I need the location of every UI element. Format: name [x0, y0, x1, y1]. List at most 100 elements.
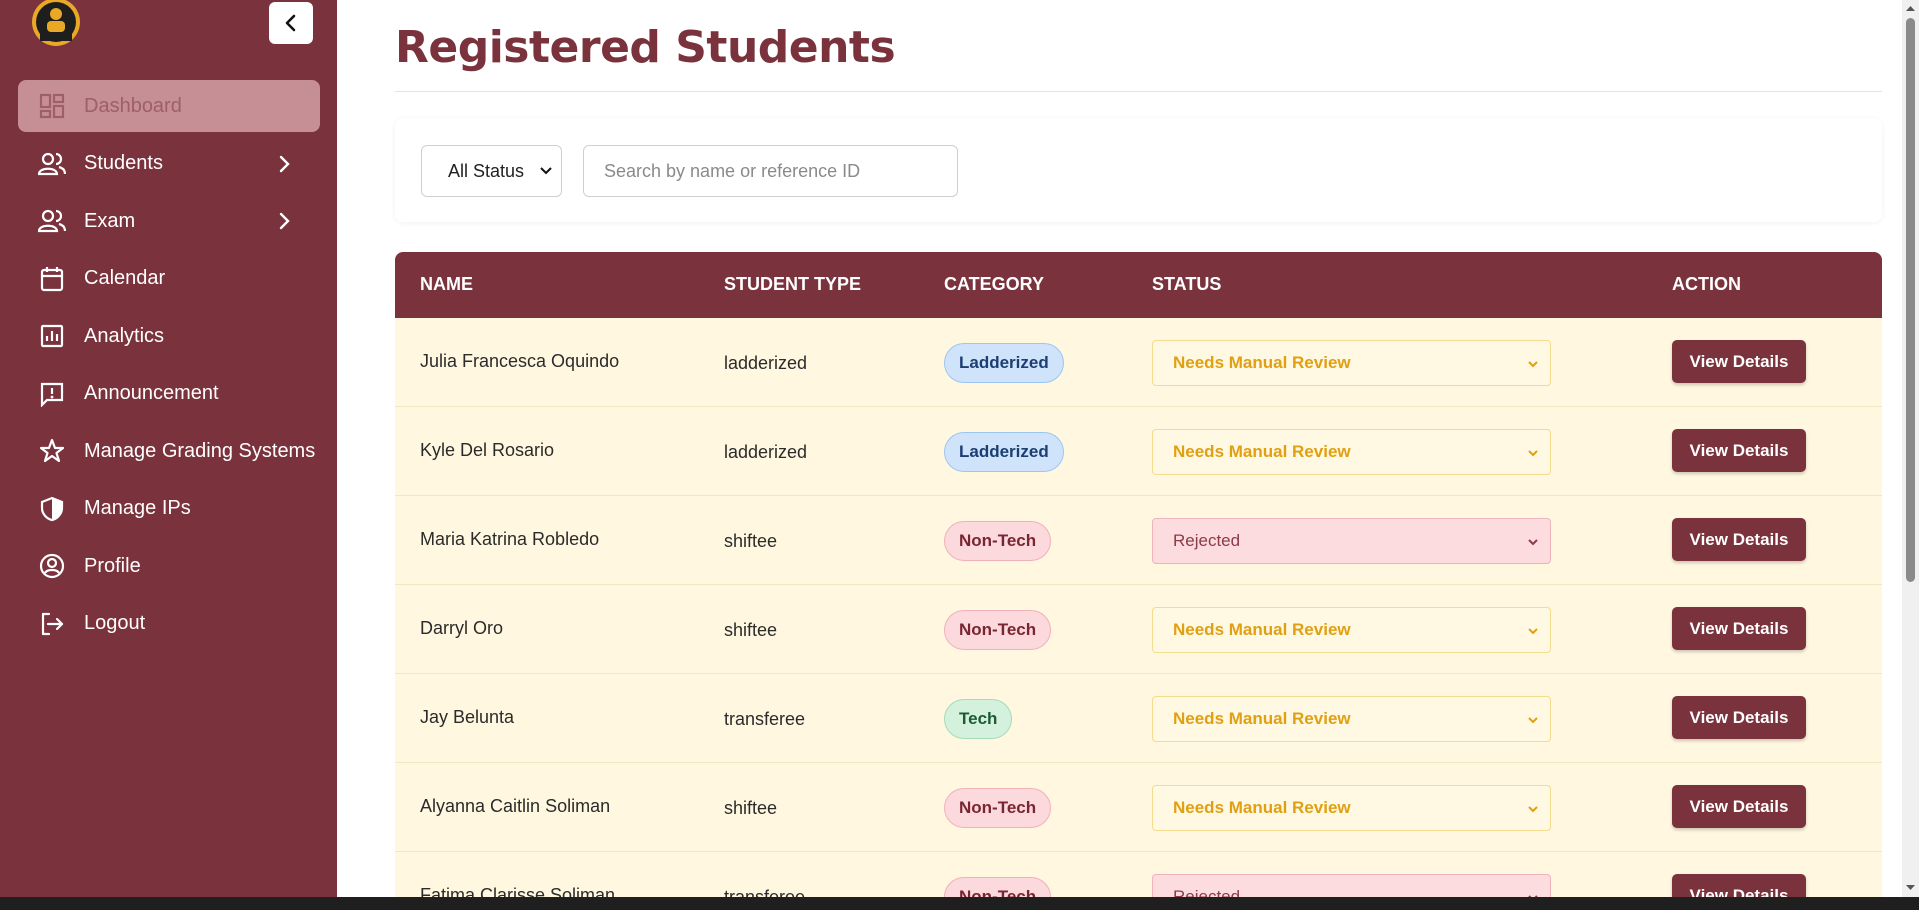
chevron-left-icon — [285, 14, 296, 32]
sidebar-item-students[interactable]: Students — [18, 138, 320, 190]
table-body: Julia Francesca Oquindo ladderized Ladde… — [395, 318, 1882, 897]
student-type: transferee — [724, 887, 806, 897]
chevron-right-icon — [279, 212, 290, 230]
analytics-icon — [38, 322, 66, 350]
status-filter-select[interactable]: All Status — [421, 145, 562, 197]
chevron-down-icon — [540, 167, 552, 175]
status-select[interactable]: Needs Manual Review — [1152, 785, 1551, 831]
status-select[interactable]: Needs Manual Review — [1152, 340, 1551, 386]
scroll-down-arrow-icon[interactable] — [1905, 882, 1916, 893]
chevron-down-icon — [1528, 361, 1538, 368]
profile-icon — [38, 552, 66, 580]
category-badge: Ladderized — [944, 343, 1064, 383]
student-type: transferee — [724, 709, 806, 729]
app-logo[interactable] — [30, 0, 82, 48]
filter-bar: All Status — [395, 118, 1882, 222]
sidebar-item-label: Profile — [84, 554, 141, 577]
status-select[interactable]: Rejected — [1152, 874, 1551, 897]
category-badge: Ladderized — [944, 432, 1064, 472]
status-value: Rejected — [1173, 531, 1241, 550]
column-header-action[interactable]: ACTION — [1672, 274, 1741, 295]
chevron-down-icon — [1528, 450, 1538, 457]
shield-icon — [38, 495, 66, 523]
sidebar-item-manage-ips[interactable]: Manage IPs — [18, 483, 320, 535]
status-value: Rejected — [1173, 887, 1241, 897]
scroll-up-arrow-icon[interactable] — [1905, 3, 1916, 14]
sidebar-item-calendar[interactable]: Calendar — [18, 253, 320, 305]
sidebar-item-label: Analytics — [84, 324, 165, 347]
search-input[interactable] — [583, 145, 958, 197]
status-filter-value: All Status — [448, 160, 525, 181]
column-header-category[interactable]: CATEGORY — [944, 274, 1044, 295]
sidebar-item-label: Students — [84, 152, 163, 174]
status-value: Needs Manual Review — [1173, 620, 1351, 639]
student-name: Alyanna Caitlin Soliman — [420, 796, 611, 816]
announcement-icon — [38, 380, 66, 408]
view-details-button[interactable]: View Details — [1672, 785, 1806, 828]
logout-icon — [38, 610, 66, 638]
page-scrollbar[interactable] — [1902, 0, 1919, 897]
sidebar-item-label: Exam — [84, 209, 136, 232]
column-header-name[interactable]: NAME — [420, 274, 473, 295]
table-row: Fatima Clarisse Soliman transferee Non-T… — [395, 852, 1882, 897]
sidebar-item-label: Announcement — [84, 382, 219, 404]
view-details-button[interactable]: View Details — [1672, 518, 1806, 561]
category-badge: Non-Tech — [944, 610, 1052, 650]
category-badge: Tech — [944, 699, 1013, 739]
category-badge: Non-Tech — [944, 788, 1052, 828]
sidebar-collapse-button[interactable] — [269, 2, 313, 44]
student-type: shiftee — [724, 798, 778, 818]
sidebar-item-label: Dashboard — [84, 94, 182, 117]
sidebar-item-logout[interactable]: Logout — [18, 598, 320, 650]
title-divider — [395, 91, 1882, 92]
student-type: ladderized — [724, 442, 808, 462]
table-header: NAME STUDENT TYPE CATEGORY STATUS ACTION — [395, 252, 1882, 318]
student-type: shiftee — [724, 620, 778, 640]
main-content: Registered Students All Status NAME STUD… — [337, 0, 1902, 897]
column-header-student-type[interactable]: STUDENT TYPE — [724, 274, 861, 295]
status-value: Needs Manual Review — [1173, 353, 1351, 372]
status-select[interactable]: Needs Manual Review — [1152, 607, 1551, 653]
student-type: shiftee — [724, 531, 778, 551]
student-type: ladderized — [724, 353, 808, 373]
student-name: Maria Katrina Robledo — [420, 529, 600, 549]
sidebar-item-label: Logout — [84, 612, 146, 634]
sidebar-item-announcement[interactable]: Announcement — [18, 368, 320, 420]
sidebar: Dashboard Students Exam Calendar Analyti… — [0, 0, 337, 897]
calendar-icon — [38, 265, 66, 293]
chevron-down-icon — [1528, 806, 1538, 813]
view-details-button[interactable]: View Details — [1672, 340, 1806, 383]
star-icon — [38, 437, 66, 465]
table-row: Alyanna Caitlin Soliman shiftee Non-Tech… — [395, 763, 1882, 852]
view-details-button[interactable]: View Details — [1672, 696, 1806, 739]
table-row: Maria Katrina Robledo shiftee Non-Tech R… — [395, 496, 1882, 585]
sidebar-item-manage-grading-systems[interactable]: Manage Grading Systems — [18, 425, 320, 477]
status-select[interactable]: Needs Manual Review — [1152, 429, 1551, 475]
students-table: NAME STUDENT TYPE CATEGORY STATUS ACTION… — [395, 252, 1882, 897]
sidebar-item-profile[interactable]: Profile — [18, 540, 320, 592]
category-badge: Non-Tech — [944, 877, 1052, 897]
sidebar-item-label: Manage Grading Systems — [84, 439, 316, 462]
sidebar-item-dashboard[interactable]: Dashboard — [18, 80, 320, 132]
sidebar-item-exam[interactable]: Exam — [18, 195, 320, 247]
category-badge: Non-Tech — [944, 521, 1052, 561]
status-value: Needs Manual Review — [1173, 709, 1351, 728]
page-title: Registered Students — [395, 22, 896, 73]
student-name: Jay Belunta — [420, 707, 515, 727]
scrollbar-thumb[interactable] — [1906, 18, 1915, 582]
view-details-button[interactable]: View Details — [1672, 429, 1806, 472]
view-details-button[interactable]: View Details — [1672, 874, 1806, 897]
student-name: Julia Francesca Oquindo — [420, 351, 620, 371]
table-row: Kyle Del Rosario ladderized Ladderized N… — [395, 407, 1882, 496]
dashboard-icon — [38, 92, 66, 120]
view-details-button[interactable]: View Details — [1672, 607, 1806, 650]
students-icon — [38, 150, 66, 178]
sidebar-item-analytics[interactable]: Analytics — [18, 310, 320, 362]
student-name: Darryl Oro — [420, 618, 504, 638]
status-value: Needs Manual Review — [1173, 798, 1351, 817]
status-select[interactable]: Rejected — [1152, 518, 1551, 564]
status-select[interactable]: Needs Manual Review — [1152, 696, 1551, 742]
chevron-right-icon — [279, 155, 290, 172]
column-header-status[interactable]: STATUS — [1152, 274, 1221, 295]
table-row: Darryl Oro shiftee Non-Tech Needs Manual… — [395, 585, 1882, 674]
